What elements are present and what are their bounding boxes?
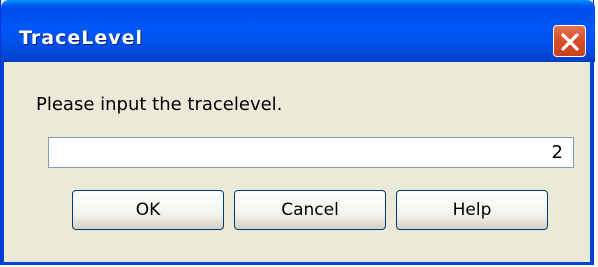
tracelevel-input[interactable] bbox=[48, 137, 574, 168]
cancel-button[interactable]: Cancel bbox=[234, 190, 386, 230]
tracelevel-dialog: TraceLevel Please input the tracelevel. … bbox=[0, 0, 595, 265]
prompt-label: Please input the tracelevel. bbox=[36, 94, 283, 115]
close-button[interactable] bbox=[553, 25, 586, 57]
close-icon bbox=[561, 33, 579, 51]
ok-button[interactable]: OK bbox=[72, 190, 224, 230]
help-button[interactable]: Help bbox=[396, 190, 548, 230]
dialog-title: TraceLevel bbox=[19, 27, 143, 49]
title-bar[interactable]: TraceLevel bbox=[1, 0, 595, 62]
dialog-body: Please input the tracelevel. OK Cancel H… bbox=[1, 62, 593, 265]
